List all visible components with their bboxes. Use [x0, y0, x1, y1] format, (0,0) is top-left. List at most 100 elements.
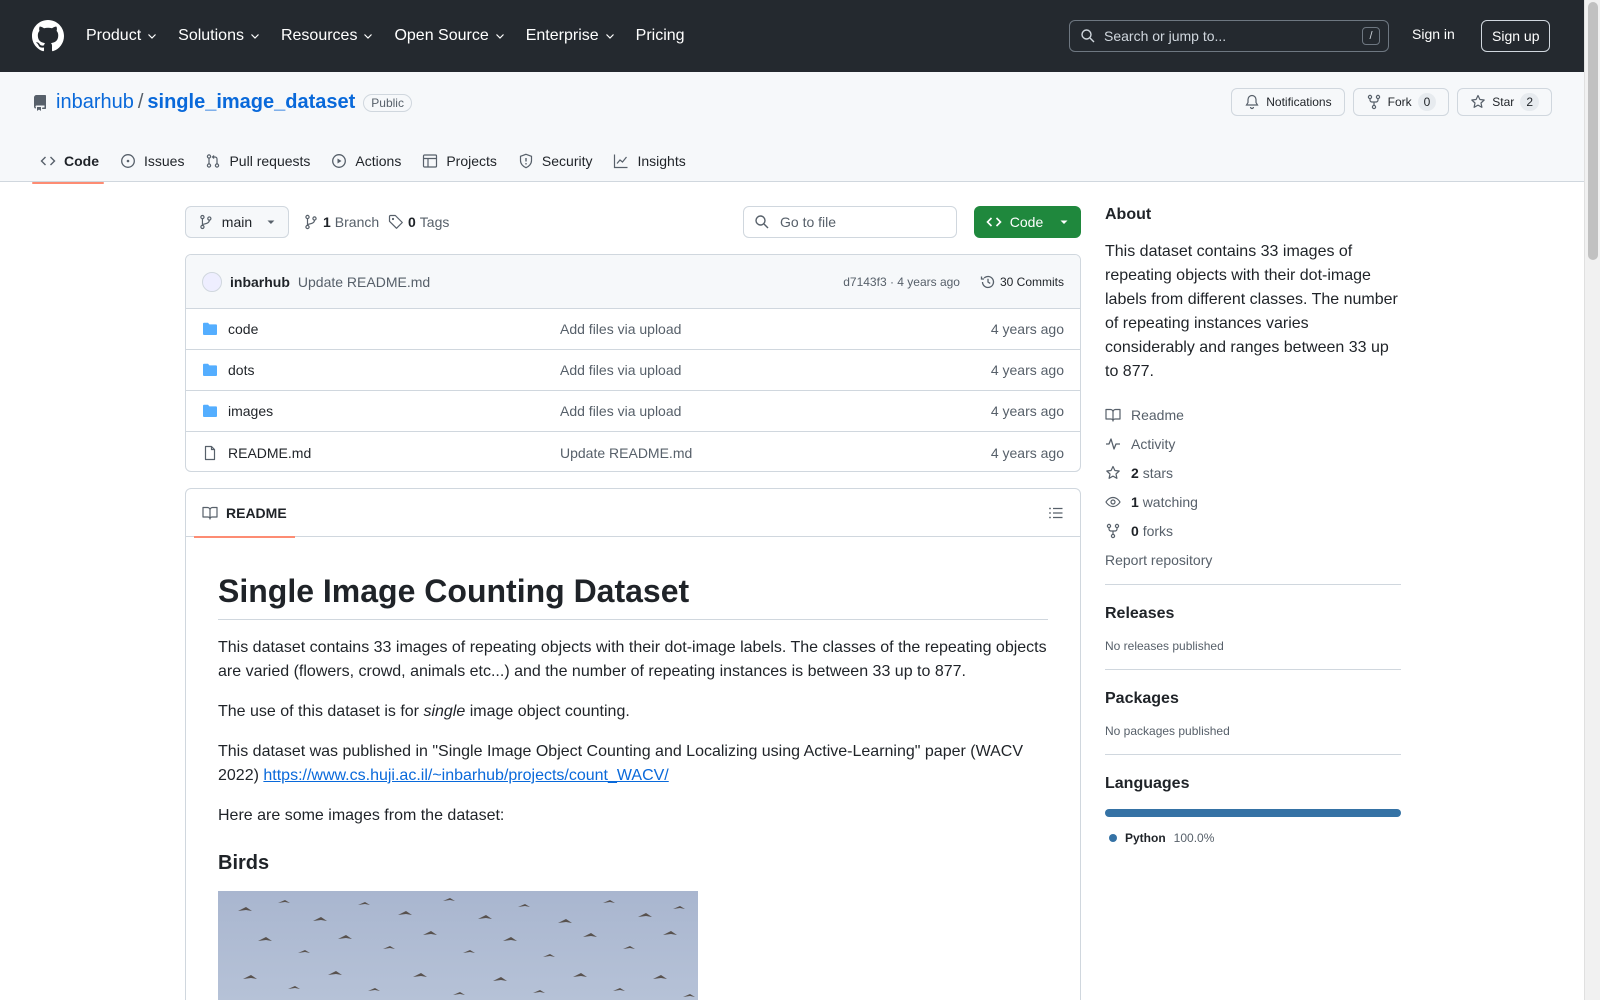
file-age: 4 years ago [990, 362, 1064, 378]
search-icon [755, 215, 769, 229]
chevron-down-icon [605, 34, 614, 39]
file-commit-message[interactable]: Add files via upload [560, 403, 681, 419]
nav-open-source-label: Open Source [394, 27, 489, 44]
nav-resources-label: Resources [280, 27, 358, 44]
page-scrollbar[interactable] [1584, 0, 1600, 1000]
file-commit-message[interactable]: Add files via upload [560, 321, 681, 337]
repo-actions: Notifications Fork 0 Star 2 [1231, 88, 1552, 116]
github-logo-icon[interactable] [32, 20, 64, 52]
fork-icon [1367, 94, 1380, 110]
birds-photo [238, 898, 695, 997]
star-icon [1106, 465, 1120, 479]
readme-paragraph: This dataset was published in "Single Im… [218, 740, 1048, 788]
nav-product[interactable]: Product [86, 27, 158, 45]
repo-tabs: Code Issues Pull requests Actions Projec… [32, 140, 699, 184]
notifications-button[interactable]: Notifications [1231, 88, 1345, 116]
commits-count: 30 Commits [999, 274, 1064, 289]
nav-enterprise-label: Enterprise [525, 27, 599, 44]
tab-code-label: Code [64, 153, 99, 169]
repo-icon [34, 94, 46, 111]
nav-resources[interactable]: Resources [281, 27, 374, 45]
nav-product-label: Product [86, 27, 142, 44]
forks-label: forks [1142, 522, 1174, 539]
birds-image[interactable] [218, 891, 698, 1000]
star-icon [1471, 94, 1486, 108]
scrollbar-thumb[interactable] [1588, 2, 1598, 260]
global-search-input[interactable]: Search or jump to... / [1069, 20, 1389, 52]
git-pull-request-icon [207, 154, 220, 168]
sign-in-link[interactable]: Sign in [1412, 26, 1455, 42]
tab-actions[interactable]: Actions [323, 140, 414, 182]
star-button[interactable]: Star 2 [1457, 88, 1552, 116]
file-name-link[interactable]: README.md [228, 445, 558, 461]
commit-author-link[interactable]: inbarhub [230, 274, 290, 290]
file-name-link[interactable]: images [228, 403, 558, 419]
tab-projects[interactable]: Projects [414, 140, 510, 182]
readme-heading-birds: Birds [218, 852, 270, 874]
file-name-link[interactable]: dots [228, 362, 558, 378]
readme-tab[interactable]: README [194, 489, 295, 538]
nav-solutions-label: Solutions [178, 27, 244, 44]
watchers-link[interactable]: 1 watching [1105, 487, 1401, 516]
chevron-down-icon [251, 34, 259, 39]
repo-name-link[interactable]: single_image_dataset [147, 91, 355, 114]
commits-history-link[interactable]: 30 Commits [980, 274, 1064, 290]
releases-title[interactable]: Releases [1105, 605, 1401, 623]
project-page-link[interactable]: https://www.cs.huji.ac.il/~inbarhub/proj… [263, 767, 668, 784]
tags-link[interactable]: 0 Tags [388, 214, 449, 230]
eye-icon [1105, 496, 1121, 507]
languages-section: Languages Python 100.0% [1105, 754, 1401, 861]
go-to-file-input[interactable]: Go to file [743, 206, 957, 238]
tab-issues[interactable]: Issues [112, 140, 197, 182]
repo-owner-link[interactable]: inbarhub [56, 91, 134, 114]
file-commit-message[interactable]: Update README.md [560, 445, 692, 461]
readme-paragraph: The use of this dataset is for single im… [218, 700, 1048, 724]
graph-icon [614, 154, 628, 169]
releases-empty-text: No releases published [1105, 639, 1224, 653]
branches-link[interactable]: 1 Branch [303, 214, 379, 230]
file-age: 4 years ago [990, 321, 1064, 337]
code-button-label: Code [1009, 214, 1044, 230]
table-icon [423, 154, 438, 168]
list-unordered-icon[interactable] [1048, 505, 1064, 521]
tab-insights[interactable]: Insights [605, 140, 698, 182]
issue-opened-icon [121, 154, 135, 168]
commit-hash-time[interactable]: d7143f3 · 4 years ago [843, 275, 960, 289]
file-commit-message[interactable]: Add files via upload [560, 362, 681, 378]
language-percent: 100.0% [1173, 831, 1215, 845]
tab-security[interactable]: Security [510, 140, 606, 182]
nav-solutions[interactable]: Solutions [178, 27, 261, 45]
tab-pull-requests[interactable]: Pull requests [197, 140, 323, 182]
language-bar [1105, 809, 1401, 817]
book-icon [202, 506, 218, 520]
language-item[interactable]: Python 100.0% [1105, 831, 1401, 845]
nav-open-source[interactable]: Open Source [394, 27, 505, 45]
nav-enterprise[interactable]: Enterprise [526, 27, 616, 45]
play-icon [332, 154, 347, 168]
tag-label: Tags [419, 214, 450, 230]
commit-message-link[interactable]: Update README.md [298, 274, 430, 290]
stars-link[interactable]: 2 stars [1105, 458, 1401, 487]
readme-panel: README Single Image Counting Dataset Thi… [185, 488, 1081, 1000]
latest-commit-row: inbarhub Update README.md d7143f3 · 4 ye… [186, 255, 1080, 309]
sign-up-button[interactable]: Sign up [1481, 20, 1551, 52]
tag-count: 0 [408, 214, 416, 230]
fork-button[interactable]: Fork 0 [1352, 88, 1450, 116]
file-age: 4 years ago [990, 403, 1064, 419]
nav-pricing[interactable]: Pricing [636, 27, 685, 45]
tab-code[interactable]: Code [32, 140, 112, 184]
repo-title: inbarhub / single_image_dataset Public [32, 91, 412, 114]
top-nav: Product Solutions Resources Open Source … [86, 27, 705, 45]
packages-title[interactable]: Packages [1105, 690, 1401, 708]
search-placeholder: Search or jump to... [1104, 28, 1227, 44]
activity-link[interactable]: Activity [1105, 429, 1401, 458]
branch-select-button[interactable]: main [185, 206, 289, 238]
file-name-link[interactable]: code [228, 321, 558, 337]
about-section: About This dataset contains 33 images of… [1105, 206, 1401, 584]
code-dropdown-button[interactable]: Code [974, 206, 1081, 238]
forks-link[interactable]: 0 forks [1105, 516, 1401, 545]
report-repository-link[interactable]: Report repository [1105, 545, 1401, 574]
avatar[interactable] [202, 271, 222, 292]
book-icon [1105, 408, 1121, 422]
readme-link[interactable]: Readme [1105, 400, 1401, 429]
